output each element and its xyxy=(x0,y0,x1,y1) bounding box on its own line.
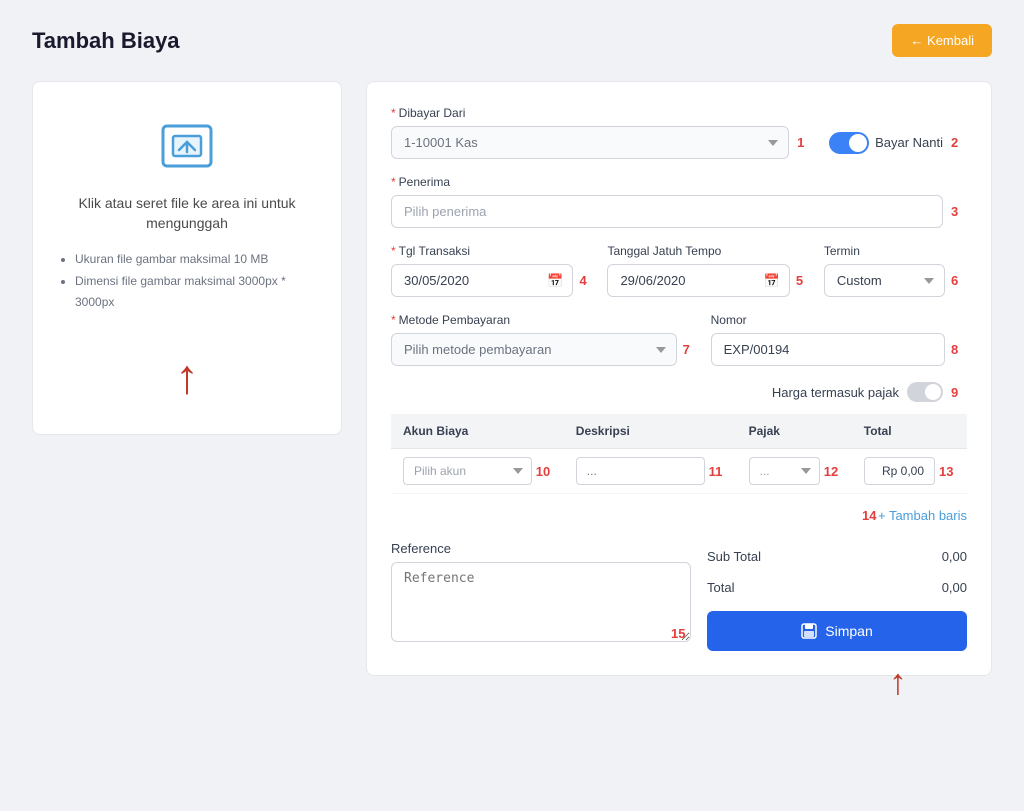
badge-1: 1 xyxy=(797,135,813,150)
nomor-input[interactable] xyxy=(711,333,945,366)
badge-13: 13 xyxy=(939,464,955,479)
tanggal-jatuh-tempo-label: Tanggal Jatuh Tempo xyxy=(607,244,721,258)
badge-5: 5 xyxy=(796,273,812,288)
table-row: Pilih akun 10 11 xyxy=(391,449,967,494)
kembali-button[interactable]: ← Kembali xyxy=(892,24,992,57)
col-akun-biaya: Akun Biaya xyxy=(391,414,564,449)
upload-main-text: Klik atau seret file ke area ini untuk m… xyxy=(57,194,317,233)
dibayar-dari-select[interactable]: 1-10001 Kas xyxy=(391,126,789,159)
badge-8: 8 xyxy=(951,342,967,357)
sub-total-label: Sub Total xyxy=(707,549,761,564)
col-total: Total xyxy=(852,414,967,449)
badge-11: 11 xyxy=(709,464,725,479)
form-panel: * Dibayar Dari 1-10001 Kas 1 Bayar Nanti… xyxy=(366,81,992,676)
bayar-nanti-label: Bayar Nanti xyxy=(875,135,943,150)
simpan-icon xyxy=(801,623,817,639)
col-pajak: Pajak xyxy=(737,414,852,449)
termin-label: Termin xyxy=(824,244,860,258)
badge-14: 14 xyxy=(862,508,878,523)
tgl-transaksi-input[interactable] xyxy=(391,264,573,297)
tgl-transaksi-calendar-icon: 📅 xyxy=(547,273,563,289)
simpan-button[interactable]: Simpan xyxy=(707,611,967,651)
reference-label: Reference xyxy=(391,541,691,556)
tanggal-jatuh-tempo-calendar-icon: 📅 xyxy=(764,273,780,289)
upload-hint-1: Ukuran file gambar maksimal 10 MB xyxy=(75,249,317,271)
nomor-label: Nomor xyxy=(711,313,747,327)
bayar-nanti-toggle[interactable]: Bayar Nanti xyxy=(829,132,943,154)
badge-3: 3 xyxy=(951,204,967,219)
deskripsi-input[interactable] xyxy=(576,457,705,485)
expense-table: Akun Biaya Deskripsi Pajak Total Pilih a… xyxy=(391,414,967,494)
penerima-input[interactable] xyxy=(391,195,943,228)
badge-6: 6 xyxy=(951,273,967,288)
upload-arrow: ↑ xyxy=(57,354,317,402)
simpan-label: Simpan xyxy=(825,623,872,639)
metode-pembayaran-label: Metode Pembayaran xyxy=(399,313,510,327)
termin-select[interactable]: Custom xyxy=(824,264,945,297)
badge-4: 4 xyxy=(579,273,595,288)
penerima-label: Penerima xyxy=(399,175,450,189)
badge-7: 7 xyxy=(683,342,699,357)
badge-2: 2 xyxy=(951,135,967,150)
upload-hint-2: Dimensi file gambar maksimal 3000px * 30… xyxy=(75,271,317,314)
col-deskripsi: Deskripsi xyxy=(564,414,737,449)
dibayar-dari-label: Dibayar Dari xyxy=(399,106,466,120)
reference-textarea[interactable] xyxy=(391,562,691,642)
tgl-transaksi-label: Tgl Transaksi xyxy=(399,244,470,258)
simpan-arrow: ↑ xyxy=(889,661,907,703)
upload-panel[interactable]: Klik atau seret file ke area ini untuk m… xyxy=(32,81,342,435)
badge-9: 9 xyxy=(951,385,967,400)
sub-total-value: 0,00 xyxy=(942,549,967,564)
tanggal-jatuh-tempo-input[interactable] xyxy=(607,264,789,297)
total-label: Total xyxy=(707,580,734,595)
upload-icon xyxy=(155,114,219,178)
total-input[interactable] xyxy=(864,457,935,485)
badge-12: 12 xyxy=(824,464,840,479)
metode-pembayaran-select[interactable]: Pilih metode pembayaran xyxy=(391,333,677,366)
total-value: 0,00 xyxy=(942,580,967,595)
harga-termasuk-pajak-toggle[interactable] xyxy=(907,382,943,402)
akun-biaya-select[interactable]: Pilih akun xyxy=(403,457,532,485)
badge-15: 15 xyxy=(671,626,687,641)
page-title: Tambah Biaya xyxy=(32,28,180,54)
badge-10: 10 xyxy=(536,464,552,479)
pajak-select[interactable]: ... xyxy=(749,457,820,485)
add-row-button[interactable]: + Tambah baris xyxy=(878,502,967,529)
harga-termasuk-pajak-label: Harga termasuk pajak xyxy=(772,385,899,400)
